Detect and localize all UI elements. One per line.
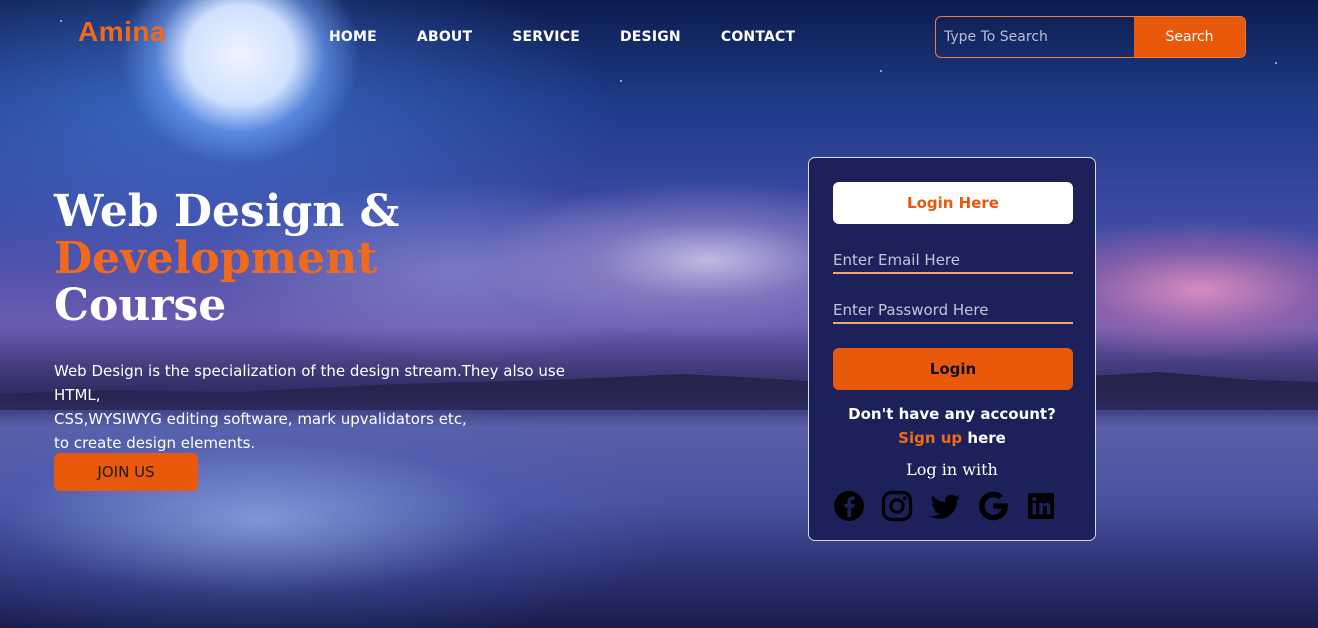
hero-title-line-1: Web Design & bbox=[54, 186, 400, 237]
star bbox=[880, 70, 882, 72]
google-icon[interactable] bbox=[977, 490, 1009, 522]
hero-description-line: to create design elements. bbox=[54, 434, 256, 452]
email-field[interactable] bbox=[833, 248, 1073, 274]
nav-service[interactable]: SERVICE bbox=[512, 29, 580, 45]
star bbox=[60, 20, 62, 22]
search-input[interactable] bbox=[936, 17, 1134, 57]
nav-about[interactable]: ABOUT bbox=[417, 29, 472, 45]
nav-design[interactable]: DESIGN bbox=[620, 29, 681, 45]
linkedin-icon[interactable] bbox=[1025, 490, 1057, 522]
signup-suffix: here bbox=[962, 429, 1006, 447]
search-button[interactable]: Search bbox=[1134, 17, 1245, 57]
hero-description: Web Design is the specialization of the … bbox=[54, 359, 614, 455]
nav-home[interactable]: HOME bbox=[329, 29, 377, 45]
star bbox=[620, 80, 622, 82]
hero-title: Web Design & Development Course bbox=[54, 188, 399, 329]
instagram-icon[interactable] bbox=[881, 490, 913, 522]
join-us-button[interactable]: JOIN US bbox=[54, 453, 198, 491]
login-with-text: Log in with bbox=[906, 460, 998, 479]
login-button[interactable]: Login bbox=[833, 348, 1073, 390]
signup-line: Sign up here bbox=[809, 429, 1095, 447]
hero-description-line: Web Design is the specialization of the … bbox=[54, 362, 565, 404]
signup-link[interactable]: Sign up bbox=[898, 429, 962, 447]
hero-title-line-2: Development bbox=[54, 233, 378, 284]
facebook-icon[interactable] bbox=[833, 490, 865, 522]
twitter-icon[interactable] bbox=[929, 490, 961, 522]
search-bar: Search bbox=[935, 16, 1246, 58]
login-card: Login Here Login Don't have any account?… bbox=[808, 157, 1096, 541]
no-account-text: Don't have any account? bbox=[848, 405, 1056, 423]
password-field[interactable] bbox=[833, 298, 1073, 324]
hero-title-line-3: Course bbox=[54, 280, 227, 331]
brand-logo[interactable]: Amina bbox=[78, 16, 166, 48]
hero-description-line: CSS,WYSIWYG editing software, mark upval… bbox=[54, 410, 467, 428]
login-title: Login Here bbox=[833, 182, 1073, 224]
social-login-icons bbox=[833, 490, 1057, 522]
main-nav: HOME ABOUT SERVICE DESIGN CONTACT bbox=[329, 29, 795, 45]
nav-contact[interactable]: CONTACT bbox=[721, 29, 795, 45]
star bbox=[1275, 62, 1277, 64]
